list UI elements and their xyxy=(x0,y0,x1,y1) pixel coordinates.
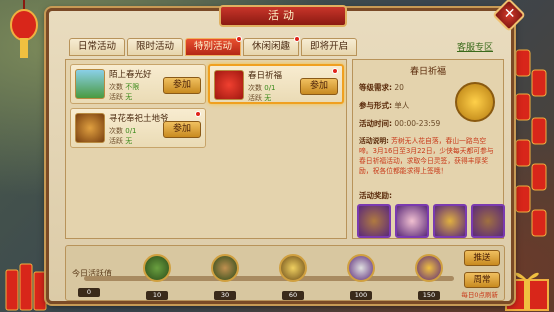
participation-form: 参与形式: 单人 xyxy=(359,101,410,110)
gem-icon[interactable] xyxy=(395,204,429,238)
activity-active: 活跃 无 xyxy=(248,94,272,102)
tab-upcoming[interactable]: 即将开启 xyxy=(301,38,358,56)
activity-card[interactable]: 寻花奉祀土地爷 次数 0/1 活跃 无 参加 xyxy=(70,108,206,148)
tab-bar: 日常活动 限时活动 特别活动 休闲闲趣 即将开启 xyxy=(69,36,358,56)
notification-dot xyxy=(294,36,301,42)
tab-label: 日常活动 xyxy=(78,41,117,52)
milestone-10[interactable]: 10 xyxy=(142,254,172,301)
activity-list: 陌上春光好 次数 不限 活跃 无 参加 春日祈福 次数 0/1 活跃 无 参加 … xyxy=(65,59,347,239)
activity-name: 寻花奉祀土地爷 xyxy=(109,114,169,124)
activity-progress-bar: 今日活跃值 0 10 30 60 100 150 推送 周常 每日0点刷新 xyxy=(65,245,505,301)
close-icon: ✕ xyxy=(503,6,516,23)
join-button[interactable]: 参加 xyxy=(163,121,201,138)
activity-name: 春日祈福 xyxy=(248,71,283,81)
activity-count: 次数 0/1 xyxy=(248,84,276,92)
key-icon[interactable] xyxy=(433,204,467,238)
progress-track xyxy=(84,276,454,281)
push-button[interactable]: 推送 xyxy=(464,250,500,266)
notification-dot xyxy=(332,68,338,74)
activity-active: 活跃 无 xyxy=(109,93,133,101)
treasure-chest-icon xyxy=(211,254,239,282)
weekly-button[interactable]: 周常 xyxy=(464,272,500,288)
level-requirement: 等级需求: 20 xyxy=(359,83,404,92)
chest-icon[interactable] xyxy=(357,204,391,238)
gold-ingot-icon xyxy=(415,254,443,282)
join-button[interactable]: 参加 xyxy=(163,77,201,94)
shrine-icon xyxy=(75,113,105,143)
window-title: 活动 xyxy=(219,5,347,27)
activity-count: 次数 0/1 xyxy=(109,127,137,135)
milestone-60[interactable]: 60 xyxy=(278,254,308,301)
milestone-0: 0 xyxy=(74,279,104,298)
activity-name: 陌上春光好 xyxy=(109,70,152,80)
rewards-label: 活动奖励: xyxy=(359,191,392,200)
notification-dot xyxy=(195,111,201,117)
tab-label: 特别活动 xyxy=(194,41,233,52)
activity-card[interactable]: 春日祈福 次数 0/1 活跃 无 参加 xyxy=(208,64,344,104)
tab-label: 限时活动 xyxy=(136,41,175,52)
bow-icon xyxy=(143,254,171,282)
tab-daily[interactable]: 日常活动 xyxy=(69,38,126,56)
tab-label: 休闲闲趣 xyxy=(252,41,291,52)
notification-dot xyxy=(236,36,243,42)
scroll-icon xyxy=(279,254,307,282)
customer-service-link[interactable]: 客服专区 xyxy=(457,40,493,53)
activity-description: 活动说明: 芳树无人花自落，春山一路鸟空啼。3月16日至3月22日，少侠每天都可… xyxy=(359,137,494,175)
join-button[interactable]: 参加 xyxy=(300,78,338,95)
activity-card[interactable]: 陌上春光好 次数 不限 活跃 无 参加 xyxy=(70,64,206,104)
activity-count: 次数 不限 xyxy=(109,83,140,91)
landscape-icon xyxy=(75,69,105,99)
milestone-150[interactable]: 150 xyxy=(414,254,444,301)
tab-special[interactable]: 特别活动 xyxy=(185,36,243,56)
activity-panel: 活动 ✕ 日常活动 限时活动 特别活动 休闲闲趣 即将开启 客服专区 陌上春光好… xyxy=(46,0,526,304)
activity-active: 活跃 无 xyxy=(109,137,133,145)
milestone-100[interactable]: 100 xyxy=(346,254,376,301)
tab-limited[interactable]: 限时活动 xyxy=(127,38,184,56)
lantern-decoration-icon xyxy=(10,0,38,58)
tab-label: 即将开启 xyxy=(310,41,349,52)
red-envelope-icon xyxy=(214,70,244,100)
tab-leisure[interactable]: 休闲闲趣 xyxy=(243,36,301,56)
detail-title: 春日祈福 xyxy=(409,67,446,77)
activity-time: 活动时间: 00:00-23:59 xyxy=(359,119,441,128)
silver-ingot-icon xyxy=(347,254,375,282)
daily-reset-note: 每日0点刷新 xyxy=(461,291,498,299)
milestone-30[interactable]: 30 xyxy=(210,254,240,301)
red-envelope-icon xyxy=(455,82,495,122)
activity-detail: 春日祈福 等级需求: 20 参与形式: 单人 活动时间: 00:00-23:59… xyxy=(352,59,505,239)
firecracker-decoration-icon xyxy=(515,49,547,237)
reward-list xyxy=(357,204,505,238)
chest-icon[interactable] xyxy=(471,204,505,238)
